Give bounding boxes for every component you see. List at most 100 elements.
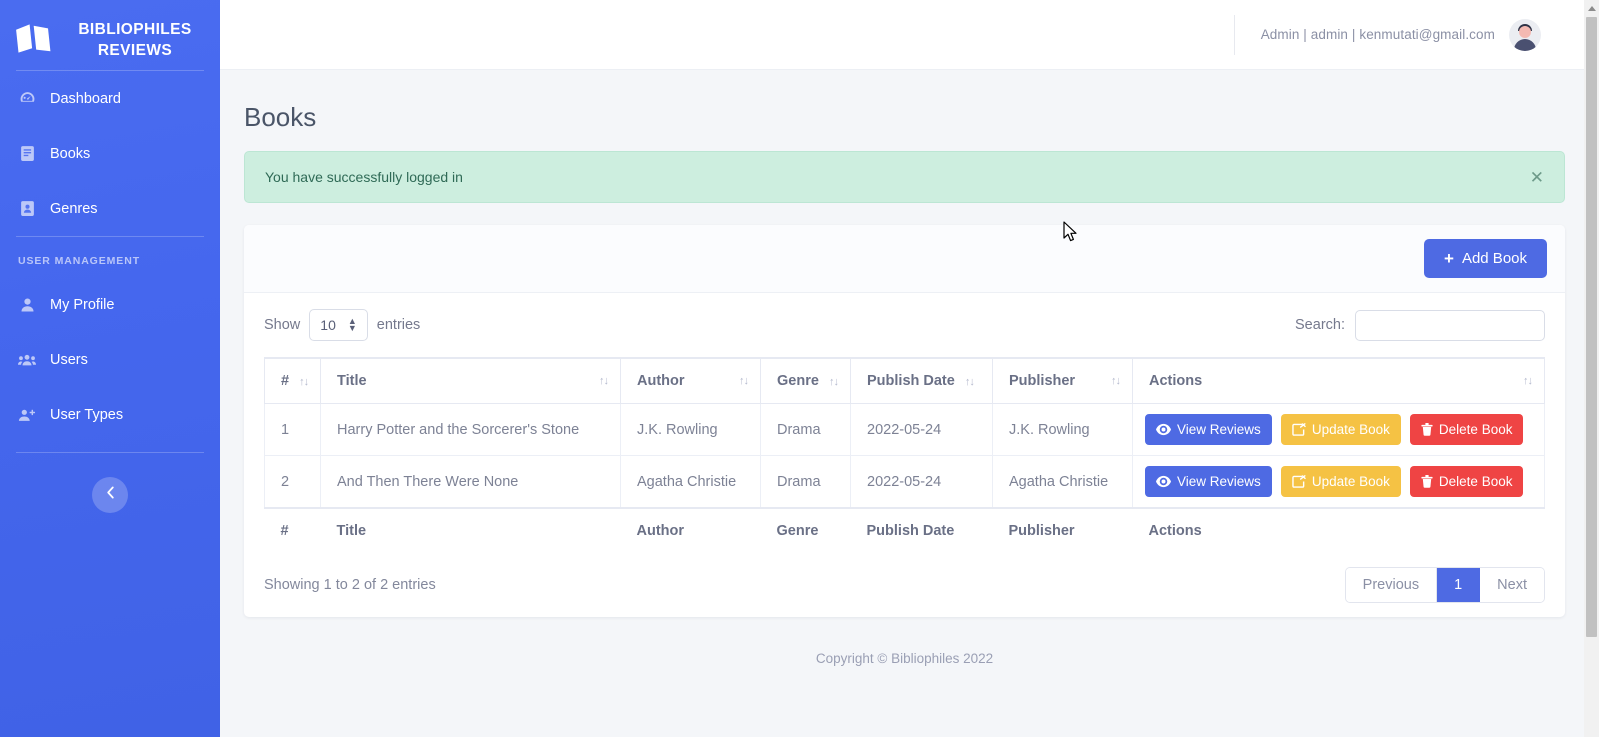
sidebar-section-heading: USER MANAGEMENT	[18, 255, 141, 267]
col-label: Publisher	[1009, 373, 1076, 389]
sidebar-item-my-profile[interactable]: My Profile	[0, 277, 220, 332]
col-header-author[interactable]: Author ↑↓	[620, 357, 761, 404]
vertical-scrollbar[interactable]	[1584, 0, 1599, 737]
view-reviews-label: View Reviews	[1177, 474, 1261, 489]
user-plus-icon	[18, 406, 36, 424]
add-book-label: Add Book	[1461, 250, 1527, 267]
sidebar: BIBLIOPHILES REVIEWS Dashboard Books Gen…	[0, 0, 220, 737]
page-length-select[interactable]: 10 ▲ ▼	[309, 309, 368, 341]
scroll-up-button[interactable]	[1584, 0, 1599, 17]
brand[interactable]: BIBLIOPHILES REVIEWS	[0, 0, 220, 70]
show-label: Show	[264, 317, 301, 333]
brand-title: BIBLIOPHILES REVIEWS	[66, 20, 204, 62]
user-menu[interactable]: Admin | admin | kenmutati@gmail.com	[1233, 14, 1541, 55]
sidebar-item-genres[interactable]: Genres	[0, 181, 220, 236]
book-logo-icon	[14, 23, 54, 60]
table-body: 1 Harry Potter and the Sorcerer's Stone …	[264, 403, 1545, 509]
cell-publisher: Agatha Christie	[992, 455, 1133, 509]
view-reviews-button[interactable]: View Reviews	[1145, 466, 1272, 497]
col-header-publisher[interactable]: Publisher ↑↓	[992, 357, 1133, 404]
foot-col-author: Author	[620, 507, 761, 553]
avatar[interactable]	[1509, 18, 1541, 51]
update-book-button[interactable]: Update Book	[1280, 466, 1401, 497]
avatar-head	[1519, 25, 1531, 38]
sidebar-item-label: My Profile	[50, 296, 115, 313]
dashboard-icon	[18, 90, 36, 108]
user-icon	[18, 296, 36, 314]
entries-info: Showing 1 to 2 of 2 entries	[264, 577, 436, 593]
users-icon	[18, 351, 36, 369]
page-footer: Copyright © Bibliophiles 2022	[815, 651, 994, 666]
plus-icon: +	[1444, 249, 1454, 268]
col-header-title[interactable]: Title ↑↓	[320, 357, 621, 404]
pagination-next[interactable]: Next	[1480, 568, 1544, 602]
sort-updown-icon: ↑↓	[739, 375, 749, 387]
entries-label: entries	[376, 317, 421, 333]
datatable-controls: Show 10 ▲ ▼ entries Search:	[264, 309, 1545, 341]
cell-author: Agatha Christie	[620, 455, 761, 509]
pagination-previous[interactable]: Previous	[1345, 568, 1438, 602]
sidebar-collapse-wrap	[0, 453, 220, 513]
brand-line1: BIBLIOPHILES	[78, 21, 192, 39]
avatar-body	[1514, 38, 1536, 51]
delete-book-label: Delete Book	[1438, 474, 1513, 489]
trash-icon	[1421, 475, 1433, 488]
sidebar-item-label: Books	[50, 145, 91, 162]
delete-book-button[interactable]: Delete Book	[1409, 466, 1524, 497]
sidebar-item-users[interactable]: Users	[0, 332, 220, 387]
chevron-updown-icon: ▲ ▼	[347, 316, 357, 333]
chevron-left-icon	[105, 486, 116, 504]
cell-num: 2	[264, 455, 321, 509]
eye-icon	[1156, 423, 1171, 436]
success-alert: You have successfully logged in ✕	[244, 151, 1565, 203]
foot-col-actions: Actions	[1132, 507, 1545, 553]
col-header-num[interactable]: # ↑↓	[264, 357, 321, 404]
page-title: Books	[244, 102, 317, 132]
view-reviews-label: View Reviews	[1177, 422, 1261, 437]
user-info-text: Admin | admin | kenmutati@gmail.com	[1260, 27, 1495, 42]
foot-col-publisher: Publisher	[992, 507, 1133, 553]
sidebar-item-user-types[interactable]: User Types	[0, 387, 220, 442]
table-foot: # Title Author Genre Publish Date Publis…	[264, 507, 1545, 553]
sidebar-item-label: Users	[50, 351, 88, 368]
caret-up-icon	[1587, 6, 1596, 11]
trash-icon	[1421, 423, 1433, 436]
col-header-actions[interactable]: Actions ↑↓	[1132, 357, 1545, 404]
pagination-page-1[interactable]: 1	[1437, 568, 1481, 602]
col-header-genre[interactable]: Genre ↑↓	[760, 357, 851, 404]
search-input[interactable]	[1355, 309, 1545, 341]
sidebar-collapse-button[interactable]	[92, 477, 128, 513]
page-length-value: 10	[320, 317, 336, 333]
brand-line2: REVIEWS	[97, 42, 173, 59]
cell-num: 1	[264, 403, 321, 456]
sort-updown-icon: ↑↓	[299, 376, 309, 388]
table-row: 1 Harry Potter and the Sorcerer's Stone …	[264, 403, 1545, 456]
col-label: Actions	[1149, 373, 1203, 389]
cell-publish-date: 2022-05-24	[850, 403, 993, 456]
sidebar-item-dashboard[interactable]: Dashboard	[0, 71, 220, 126]
foot-col-genre: Genre	[760, 507, 851, 553]
id-card-icon	[18, 200, 36, 218]
edit-square-icon	[1292, 423, 1306, 436]
col-header-publish-date[interactable]: Publish Date ↑↓	[850, 357, 993, 404]
card-body: Show 10 ▲ ▼ entries Search: # ↑↓ Title ↑…	[244, 293, 1565, 617]
close-icon[interactable]: ✕	[1530, 169, 1544, 186]
alert-message: You have successfully logged in	[265, 169, 463, 185]
delete-book-button[interactable]: Delete Book	[1409, 414, 1524, 445]
topbar: Admin | admin | kenmutati@gmail.com	[220, 0, 1599, 70]
edit-square-icon	[1292, 475, 1306, 488]
add-book-button[interactable]: + Add Book	[1424, 239, 1547, 278]
sort-updown-icon: ↑↓	[1523, 375, 1533, 387]
pagination: Previous 1 Next	[1344, 567, 1545, 603]
sidebar-item-books[interactable]: Books	[0, 126, 220, 181]
sidebar-item-label: User Types	[50, 406, 124, 423]
foot-col-title: Title	[320, 507, 621, 553]
view-reviews-button[interactable]: View Reviews	[1145, 414, 1272, 445]
scrollbar-thumb[interactable]	[1586, 17, 1597, 637]
update-book-button[interactable]: Update Book	[1280, 414, 1401, 445]
page-content: Books You have successfully logged in ✕ …	[220, 70, 1599, 666]
update-book-label: Update Book	[1311, 422, 1390, 437]
cell-publisher: J.K. Rowling	[992, 403, 1133, 456]
book-icon	[18, 145, 36, 163]
sidebar-item-label: Genres	[50, 200, 98, 217]
